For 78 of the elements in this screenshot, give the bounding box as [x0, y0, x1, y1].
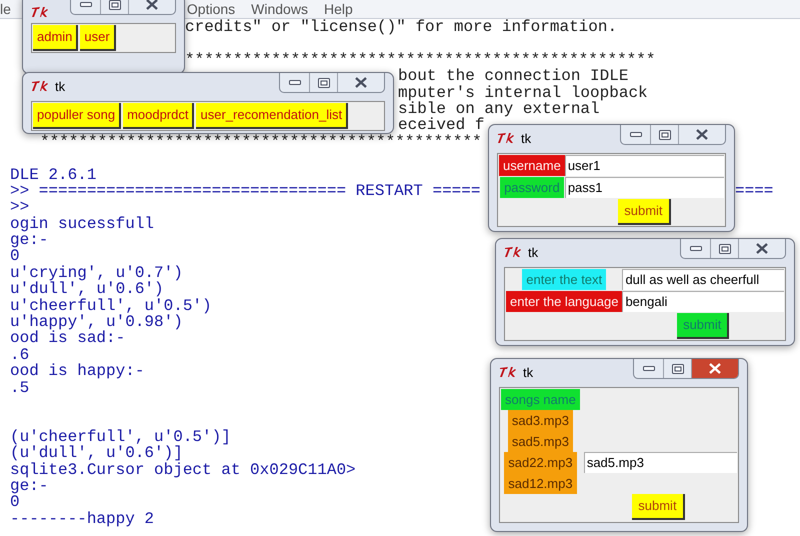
tk-logo-icon [504, 246, 522, 258]
text-field[interactable]: bengali [622, 291, 784, 312]
tk-logo-icon [31, 6, 49, 18]
maximize-icon [658, 130, 670, 140]
maximize-icon [672, 364, 684, 374]
shell-line: ge:- [10, 476, 48, 495]
shell-line: mputer's internal loopback [398, 84, 648, 102]
shell-line: ************************************************* [185, 50, 656, 69]
close-icon [755, 243, 769, 254]
colored-label: username [499, 155, 565, 176]
shell-line: credits" or "license()" for more information. [185, 18, 618, 36]
shell-line: 0 [10, 247, 20, 266]
menu-button[interactable]: populler song [33, 103, 122, 129]
window-title: tk [55, 78, 66, 96]
menu-button[interactable]: user [80, 25, 116, 51]
song-label: sad3.mp3 [508, 410, 573, 431]
submit-button[interactable]: submit [618, 199, 671, 225]
shell-line: sqlite3.Cursor object at 0x029C11A0> [10, 460, 356, 479]
shell-line: --------happy 2 [10, 510, 154, 528]
text-field[interactable]: sad5.mp3 [584, 452, 737, 473]
shell-line: eceived f [398, 116, 484, 134]
colored-label: songs name [501, 389, 580, 410]
minimize-icon [630, 132, 642, 137]
shell-line: u'crying', u'0.7') [10, 264, 183, 282]
maximize-icon [718, 244, 730, 254]
shell-line: bout the connection IDLE [398, 67, 628, 86]
song-label: sad5.mp3 [508, 431, 573, 452]
shell-line: u'dull', u'0.6') [10, 280, 164, 298]
shell-line: .6 [10, 346, 30, 364]
shell-line: ood is sad:- [10, 329, 126, 348]
minimize-icon [690, 246, 702, 251]
shell-line: ood is happy:- [10, 362, 144, 380]
minimize-icon [80, 2, 92, 7]
text-field[interactable]: user1 [564, 155, 724, 176]
shell-line: .5 [10, 378, 30, 397]
shell-line: >> [10, 198, 30, 216]
close-icon [145, 0, 159, 10]
close-icon [708, 363, 722, 374]
shell-line: sible on any external [398, 100, 600, 118]
shell-line: ********************************************** [40, 132, 482, 151]
shell-line: (u'cheerfull', u'0.5')] [10, 428, 231, 446]
menu-item[interactable]: le [0, 0, 11, 20]
shell-line: 0 [10, 493, 20, 512]
minimize-icon [642, 366, 654, 371]
colored-label: enter the text [522, 269, 606, 290]
maximize-icon [108, 0, 120, 10]
window-title: tk [521, 130, 532, 148]
colored-label: enter the language [506, 291, 622, 312]
song-label: sad12.mp3 [504, 473, 577, 494]
close-icon [695, 129, 709, 140]
menu-button[interactable]: admin [33, 25, 78, 51]
shell-line: >> ================================ RESTART ===== [10, 182, 480, 200]
menu-item[interactable]: Options [186, 0, 236, 20]
minimize-icon [288, 80, 300, 85]
menu-button[interactable]: moodprdct [123, 103, 194, 129]
submit-button[interactable]: submit [632, 494, 685, 520]
maximize-icon [318, 78, 330, 88]
song-label: sad22.mp3 [504, 452, 577, 473]
shell-line: u'happy', u'0.98') [10, 313, 183, 332]
menu-button[interactable]: user_recomendation_list [196, 103, 348, 129]
shell-line: ogin sucessfull [10, 214, 154, 233]
shell-line: ==== [735, 182, 774, 200]
shell-line: ge:- [10, 231, 48, 250]
text-field[interactable]: pass1 [564, 177, 724, 198]
menu-item[interactable]: Help [324, 0, 353, 20]
close-button[interactable] [692, 359, 738, 378]
tk-logo-icon [497, 132, 515, 144]
shell-line: (u'dull', u'0.6')] [10, 444, 183, 462]
colored-label: password [500, 177, 564, 198]
close-icon [354, 77, 368, 88]
text-field[interactable]: dull as well as cheerfull [622, 269, 784, 290]
shell-line: u'cheerfull', u'0.5') [10, 296, 212, 315]
window-title: tk [528, 244, 538, 262]
window-title: tk [523, 364, 534, 382]
tk-logo-icon [499, 366, 517, 378]
tk-logo-icon [31, 80, 49, 92]
menu-item[interactable]: Windows [251, 0, 308, 20]
shell-line: DLE 2.6.1 [10, 166, 96, 184]
